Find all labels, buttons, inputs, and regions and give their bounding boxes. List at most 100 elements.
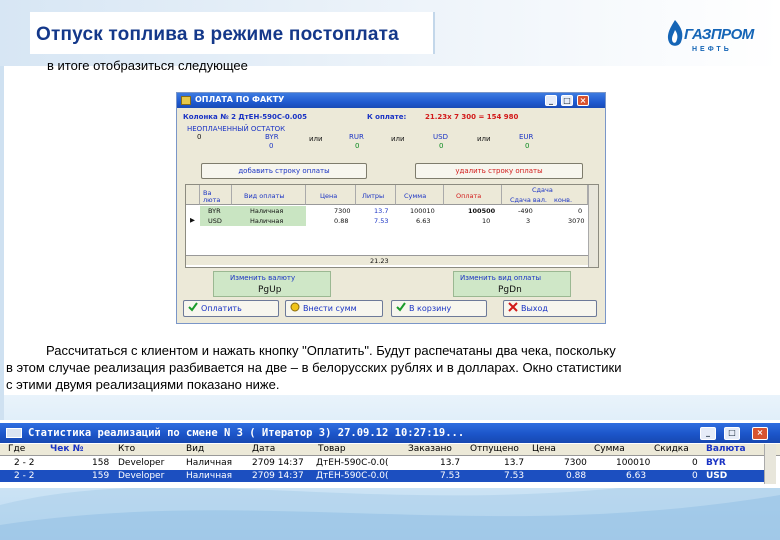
grid-header-type-label: Вид оплаты xyxy=(244,192,285,200)
stats-row[interactable]: 2 - 2 158 Developer Наличная 2709 14:37 … xyxy=(0,457,770,469)
grid-header-paid-label: Оплата xyxy=(456,192,482,200)
stats-cell-kind: Наличная xyxy=(186,471,233,481)
grid-header-price-label: Цена xyxy=(320,192,338,200)
grid-cell-conv: 0 xyxy=(578,207,583,215)
left-value: 0 xyxy=(197,133,202,141)
slide-title: Отпуск топлива в режиме постоплата xyxy=(36,24,399,45)
currency-eur: EUR xyxy=(519,133,534,141)
grid-row[interactable]: BYR Наличная 7300 13.7 100010 100500 -49… xyxy=(186,206,586,216)
close-x-icon xyxy=(508,302,518,312)
stats-cell-product: ДтЕН-590С-0.0( xyxy=(316,471,389,481)
grid-cell-sum: 6.63 xyxy=(416,217,431,225)
gazprom-neft-logo: ГАЗПРОМ НЕФТЬ xyxy=(608,18,754,66)
stats-cell-released: 7.53 xyxy=(504,471,525,481)
close-button[interactable]: × xyxy=(577,95,589,106)
stats-header-who: Кто xyxy=(118,444,136,454)
intro-text: в итоге отобразиться следующее xyxy=(47,58,248,73)
change-type-key-label: PgDn xyxy=(498,285,522,295)
stats-window: Статистика реализаций по смене N 3 ( Ите… xyxy=(0,420,780,488)
stats-cell-ordered: 13.7 xyxy=(440,458,461,468)
currency-byr-value: 0 xyxy=(269,142,274,150)
currency-usd-value: 0 xyxy=(439,142,444,150)
stats-minimize-button[interactable]: _ xyxy=(700,427,716,440)
grid-header-currency-label: Ва люта xyxy=(203,189,221,204)
grid-cell-paid: 100500 xyxy=(468,207,496,215)
dialog-titlebar[interactable]: ОПЛАТА ПО ФАКТУ _ □ × xyxy=(177,93,605,108)
grid-cell-conv: 3070 xyxy=(568,217,585,225)
enter-sum-button-label: Внести сумм xyxy=(303,304,357,313)
grid-header-sum-label: Сумма xyxy=(404,192,427,200)
grid-cell-liters: 7.53 xyxy=(374,217,389,225)
stats-cell-kind: Наличная xyxy=(186,458,233,468)
cart-button-label: В корзину xyxy=(409,304,452,313)
stats-cell-check: 159 xyxy=(92,471,110,481)
row-pointer-icon: ▶ xyxy=(190,216,195,224)
exit-button[interactable]: Выход xyxy=(503,300,597,317)
stats-cell-price: 7300 xyxy=(564,458,587,468)
grid-cell-paid: 10 xyxy=(482,217,491,225)
stats-header-sum: Сумма xyxy=(594,444,625,454)
payment-grid: Ва люта Вид оплаты Цена Литры Сумма Опла… xyxy=(185,184,599,268)
checkmark-icon xyxy=(188,302,198,312)
stats-titlebar[interactable]: Статистика реализаций по смене N 3 ( Ите… xyxy=(0,423,780,443)
stats-scrollbar[interactable] xyxy=(764,444,776,484)
payment-dialog: ОПЛАТА ПО ФАКТУ _ □ × Колонка № 2 ДтЕН-5… xyxy=(176,92,606,324)
stats-cell-sum: 6.63 xyxy=(626,471,647,481)
or-label-2: или xyxy=(391,135,405,143)
currency-rur-value: 0 xyxy=(355,142,360,150)
logo-subtitle: НЕФТЬ xyxy=(692,46,732,53)
change-currency-key[interactable]: Изменить валюту PgUp xyxy=(213,271,331,297)
enter-sum-button[interactable]: Внести сумм xyxy=(285,300,383,317)
stats-header-date: Дата xyxy=(252,444,276,454)
grid-header-change-conv-label: конв. xyxy=(554,196,573,204)
stats-maximize-button[interactable]: □ xyxy=(724,427,740,440)
change-currency-key-label: PgUp xyxy=(258,285,282,295)
delete-payment-row-button[interactable]: удалить строку оплаты xyxy=(415,163,583,179)
grid-header-change-label: Сдача xyxy=(532,186,553,194)
stats-app-icon xyxy=(6,428,22,438)
left-accent-rule xyxy=(0,66,4,446)
stats-cell-date: 2709 14:37 xyxy=(252,458,304,468)
stats-header-currency: Валюта xyxy=(706,444,746,454)
change-currency-label: Изменить валюту xyxy=(230,274,296,282)
grid-scrollbar[interactable] xyxy=(588,185,598,267)
currency-rur: RUR xyxy=(349,133,364,141)
stats-cell-discount: 0 xyxy=(692,471,698,481)
stats-close-button[interactable]: × xyxy=(752,427,768,440)
grid-header-liters: Литры xyxy=(356,185,396,205)
grid-header-paid: Оплата xyxy=(444,185,502,205)
stats-cell-check: 158 xyxy=(92,458,110,468)
change-type-label: Изменить вид оплаты xyxy=(460,274,542,282)
to-pay-label: К оплате: xyxy=(367,113,407,121)
stats-table-header: Где Чек № Кто Вид Дата Товар Заказано От… xyxy=(0,444,780,456)
grid-cell-type: Наличная xyxy=(250,207,284,215)
minimize-button[interactable]: _ xyxy=(545,95,557,106)
stats-row-selected[interactable]: 2 - 2 159 Developer Наличная 2709 14:37 … xyxy=(0,470,770,482)
grid-cell-price: 7300 xyxy=(334,207,351,215)
cart-button[interactable]: В корзину xyxy=(391,300,487,317)
pay-button-label: Оплатить xyxy=(201,304,242,313)
stats-cell-ordered: 7.53 xyxy=(440,471,461,481)
grid-row[interactable]: ▶ USD Наличная 0.88 7.53 6.63 10 3 3070 xyxy=(186,216,586,226)
add-payment-row-button[interactable]: добавить строку оплаты xyxy=(201,163,367,179)
stats-header-where: Где xyxy=(8,444,26,454)
maximize-button[interactable]: □ xyxy=(561,95,573,106)
paragraph-line-2: в этом случае реализация разбивается на … xyxy=(6,360,622,375)
stats-cell-released: 13.7 xyxy=(504,458,525,468)
column-info: Колонка № 2 ДтЕН-590С-0.005 xyxy=(183,113,308,121)
grid-header-liters-label: Литры xyxy=(362,192,385,200)
unpaid-label: НЕОПЛАЧЕННЫЙ ОСТАТОК xyxy=(187,125,286,133)
grid-cell-currency: BYR xyxy=(208,207,221,215)
grid-cell-sum: 100010 xyxy=(410,207,435,215)
paragraph-line-3: с этими двумя реализациями показано ниже… xyxy=(6,377,280,392)
currency-eur-value: 0 xyxy=(525,142,530,150)
pay-button[interactable]: Оплатить xyxy=(183,300,279,317)
currency-byr: BYR xyxy=(265,133,279,141)
grid-header-change: Сдача Сдача вал. конв. xyxy=(502,185,588,205)
stats-header-check: Чек № xyxy=(50,444,84,454)
stats-cell-date: 2709 14:37 xyxy=(252,471,304,481)
grid-header-change-cur-label: Сдача вал. xyxy=(510,196,547,204)
change-payment-type-key[interactable]: Изменить вид оплаты PgDn xyxy=(453,271,571,297)
grid-header-currency: Ва люта xyxy=(200,185,232,205)
stats-cell-currency: USD xyxy=(706,471,728,481)
